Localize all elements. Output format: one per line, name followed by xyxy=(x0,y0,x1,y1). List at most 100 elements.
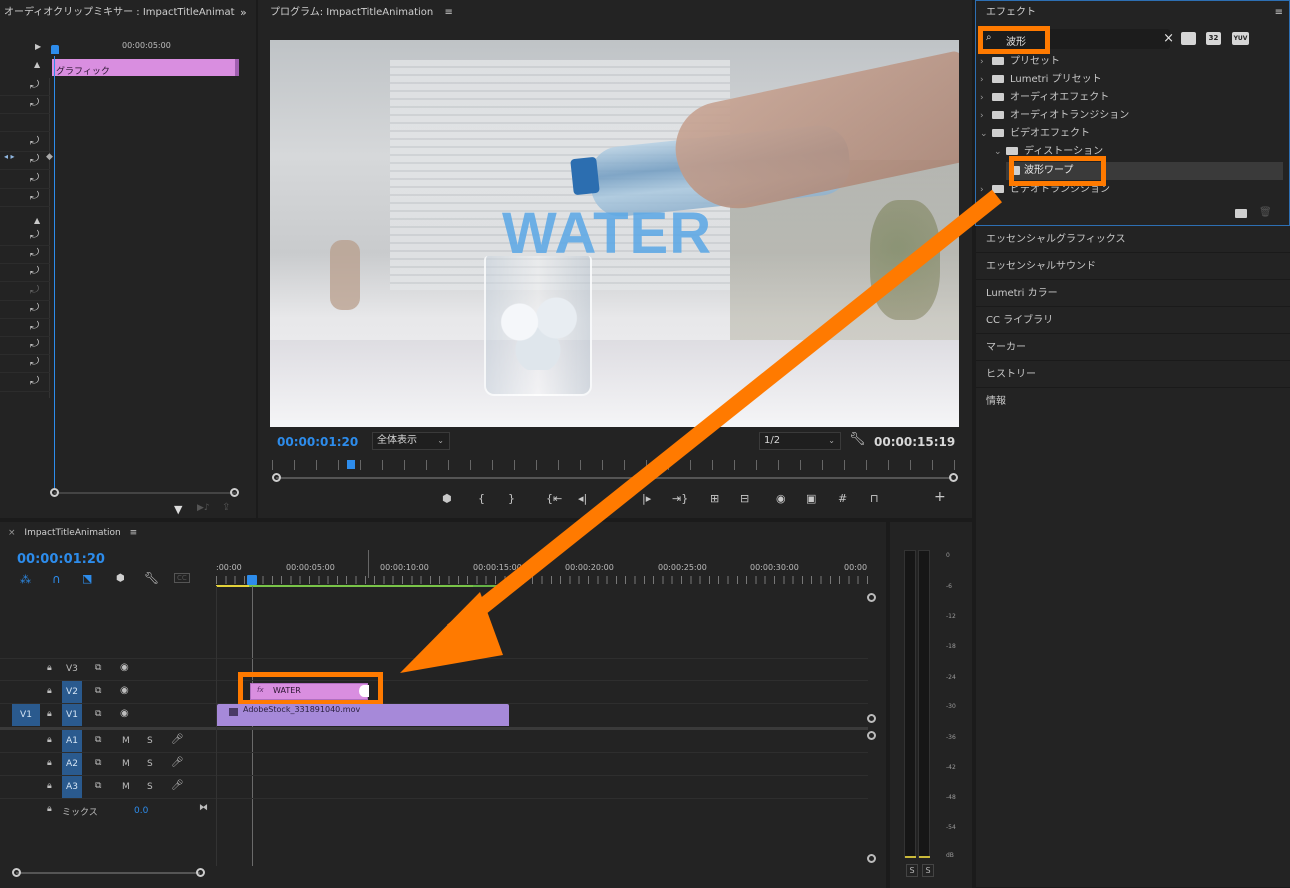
add-marker-icon[interactable]: ⬢ xyxy=(116,573,125,584)
collapse-up-icon[interactable]: ▲ xyxy=(34,216,40,225)
scroll-handle-right[interactable] xyxy=(230,488,239,497)
microphone-icon[interactable]: 🎤︎ xyxy=(171,780,184,791)
mute-button[interactable]: M xyxy=(122,759,130,769)
reset-icon[interactable]: ⤾ xyxy=(30,96,39,110)
mute-button[interactable]: M xyxy=(122,736,130,746)
add-marker-icon[interactable]: ⬢ xyxy=(442,492,452,505)
timeline-settings-wrench-icon[interactable]: 🔧︎ xyxy=(144,571,159,585)
mute-button[interactable]: M xyxy=(122,782,130,792)
meter-solo-right[interactable]: S xyxy=(922,864,934,877)
side-panel-essential-sound[interactable]: エッセンシャルサウンド xyxy=(976,253,1290,280)
collapse-up-icon[interactable]: ▲ xyxy=(34,60,40,69)
reset-icon[interactable]: ⤾ xyxy=(30,355,39,369)
32bit-effects-icon[interactable]: 32 xyxy=(1206,32,1221,45)
linked-selection-icon[interactable]: ⬔ xyxy=(82,572,92,585)
panel-menu-icon[interactable]: ≡ xyxy=(130,528,138,538)
side-panel-markers[interactable]: マーカー xyxy=(976,334,1290,361)
microphone-icon[interactable]: 🎤︎ xyxy=(171,757,184,768)
timeline-playhead-marker[interactable] xyxy=(247,575,257,585)
source-v1-patch[interactable]: V1 xyxy=(12,704,40,726)
resolution-select[interactable]: 1/2 ⌄ xyxy=(759,432,841,450)
go-to-out-icon[interactable]: ⇥} xyxy=(672,492,688,505)
mixer-playhead-marker[interactable] xyxy=(51,45,59,54)
side-panel-cc-libraries[interactable]: CC ライブラリ xyxy=(976,307,1290,334)
clear-search-icon[interactable]: × xyxy=(1163,31,1174,46)
program-video-frame[interactable]: WATER xyxy=(270,40,959,427)
reset-icon[interactable]: ⤾ xyxy=(30,319,39,333)
extract-icon[interactable]: ⊟ xyxy=(740,492,749,505)
new-bin-icon[interactable] xyxy=(1235,209,1247,218)
play-triangle-icon[interactable]: ▶ xyxy=(35,42,41,51)
eye-icon[interactable]: ◉ xyxy=(120,685,129,696)
add-button-icon[interactable]: + xyxy=(934,489,946,505)
solo-button[interactable]: S xyxy=(147,759,153,769)
reset-icon[interactable]: ⤾ xyxy=(30,152,39,166)
tree-item-audio-transitions[interactable]: › オーディオトランジション xyxy=(980,107,1283,125)
timeline-horizontal-scrollbar[interactable] xyxy=(16,872,200,874)
nest-sequence-icon[interactable]: ⁂ xyxy=(20,573,31,586)
solo-button[interactable]: S xyxy=(147,782,153,792)
keyframe-nav-icon[interactable]: ◂ ▸ xyxy=(4,152,15,161)
program-mini-ruler[interactable] xyxy=(272,460,958,470)
step-back-icon[interactable]: ◂| xyxy=(578,492,587,505)
solo-button[interactable]: S xyxy=(147,736,153,746)
reset-icon[interactable]: ⤾ xyxy=(30,134,39,148)
tree-item-video-effects[interactable]: ⌄ ビデオエフェクト xyxy=(980,125,1283,143)
reset-icon[interactable]: ⤾ xyxy=(30,246,39,260)
reset-icon[interactable]: ⤾ xyxy=(30,283,39,297)
program-timecode[interactable]: 00:00:01:20 xyxy=(277,435,358,449)
panel-menu-icon[interactable]: ≡ xyxy=(1275,7,1283,18)
tree-item-lumetri-presets[interactable]: › Lumetri プリセット xyxy=(980,71,1283,89)
scroll-handle-right[interactable] xyxy=(196,868,205,877)
timeline-timecode[interactable]: 00:00:01:20 xyxy=(17,552,105,567)
accelerated-effects-icon[interactable] xyxy=(1181,32,1196,45)
mixer-zoom-scrollbar[interactable] xyxy=(54,492,236,494)
scroll-handle-right[interactable] xyxy=(949,473,958,482)
panel-menu-icon[interactable]: ≡ xyxy=(444,7,452,18)
mark-in-icon[interactable]: { xyxy=(478,492,485,505)
video-scroll-handle-top[interactable] xyxy=(867,593,876,602)
reset-icon[interactable]: ⤾ xyxy=(30,189,39,203)
lock-icon[interactable]: 🔒︎ xyxy=(47,663,52,673)
export-icon[interactable]: ⇪ xyxy=(222,502,230,513)
eye-icon[interactable]: ◉ xyxy=(120,662,129,673)
filter-icon[interactable]: ▼ xyxy=(174,503,182,516)
multi-camera-icon[interactable]: ⊓ xyxy=(870,492,879,505)
microphone-icon[interactable]: 🎤︎ xyxy=(171,734,184,745)
track-a1-toggle[interactable]: A1 xyxy=(62,730,82,752)
video-stock-clip[interactable]: AdobeStock_331891040.mov xyxy=(217,704,509,726)
export-frame-camera-icon[interactable]: ◉ xyxy=(776,492,786,505)
audio-icon[interactable]: ▶♪ xyxy=(197,503,210,513)
sync-lock-icon[interactable]: ⧉ xyxy=(95,781,101,791)
sync-lock-icon[interactable]: ⧉ xyxy=(95,758,101,768)
program-scrollbar[interactable] xyxy=(276,477,952,479)
graphic-clip[interactable]: グラフィック xyxy=(52,59,239,77)
lift-icon[interactable]: ⊞ xyxy=(710,492,719,505)
audio-scroll-handle-bottom[interactable] xyxy=(867,854,876,863)
lock-icon[interactable]: 🔒︎ xyxy=(47,781,52,791)
track-v3-label[interactable]: V3 xyxy=(66,664,78,674)
lock-icon[interactable]: 🔒︎ xyxy=(47,758,52,768)
side-panel-lumetri-color[interactable]: Lumetri カラー xyxy=(976,280,1290,307)
scroll-handle-left[interactable] xyxy=(50,488,59,497)
video-scroll-handle-bottom[interactable] xyxy=(867,714,876,723)
meter-solo-left[interactable]: S xyxy=(906,864,918,877)
play-icon[interactable]: ▶ xyxy=(613,492,621,505)
sync-lock-icon[interactable]: ⧉ xyxy=(95,663,101,673)
track-a2-toggle[interactable]: A2 xyxy=(62,753,82,775)
audio-scroll-handle-top[interactable] xyxy=(867,731,876,740)
sync-lock-icon[interactable]: ⧉ xyxy=(95,686,101,696)
mix-value[interactable]: 0.0 xyxy=(134,806,148,816)
scroll-handle-left[interactable] xyxy=(272,473,281,482)
timeline-tab[interactable]: × ImpactTitleAnimation ≡ xyxy=(8,528,137,538)
settings-wrench-icon[interactable]: 🔧︎ xyxy=(849,432,866,447)
keyframe-diamond-icon[interactable]: ◆ xyxy=(46,152,53,162)
side-panel-essential-graphics[interactable]: エッセンシャルグラフィックス xyxy=(976,226,1290,253)
mixer-ruler[interactable]: ▶ 00:00:05:00 xyxy=(0,40,256,56)
go-to-in-icon[interactable]: {⇤ xyxy=(546,492,562,505)
close-tab-icon[interactable]: × xyxy=(8,528,16,538)
side-panel-history[interactable]: ヒストリー xyxy=(976,361,1290,388)
reset-icon[interactable]: ⤾ xyxy=(30,374,39,388)
track-v2-toggle[interactable]: V2 xyxy=(62,681,82,703)
captions-cc-icon[interactable]: CC xyxy=(174,573,190,583)
